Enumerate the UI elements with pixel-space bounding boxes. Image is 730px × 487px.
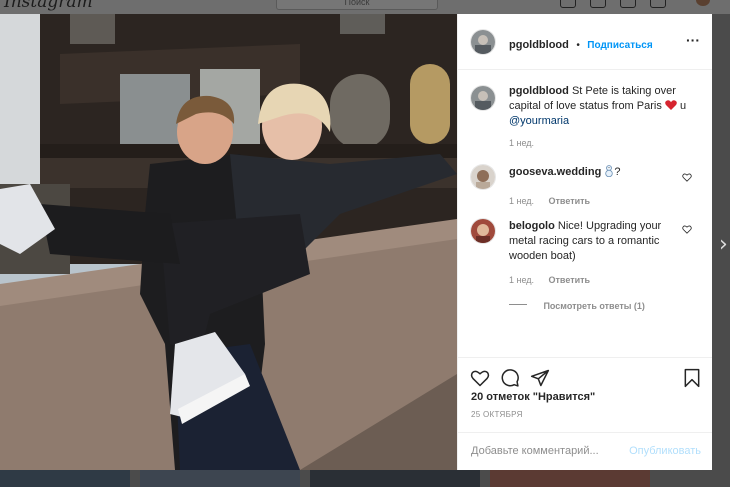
direct-icon[interactable] <box>590 0 606 8</box>
background-header: Instagram Поиск <box>0 0 730 14</box>
like-comment-heart-icon[interactable] <box>682 225 692 234</box>
view-replies-button[interactable]: Посмотреть ответы (1) <box>509 296 645 314</box>
comment-meta: 1 нед. Ответить <box>509 270 590 288</box>
author-avatar[interactable] <box>471 30 495 54</box>
publish-button[interactable]: Опубликовать <box>629 445 701 457</box>
reply-button[interactable]: Ответить <box>549 196 591 206</box>
profile-avatar[interactable] <box>696 0 710 6</box>
comment-form: Добавьте комментарий... Опубликовать <box>458 432 712 471</box>
caption-mention[interactable]: @yourmaria <box>509 115 569 127</box>
comment-username[interactable]: gooseva.wedding <box>509 166 601 178</box>
comment-text: gooseva.wedding ? <box>509 165 679 180</box>
replies-divider <box>509 304 527 306</box>
nav-icons <box>560 0 666 8</box>
background-thumbnail <box>140 470 300 487</box>
follow-button[interactable]: Подписаться <box>587 40 652 51</box>
author-username[interactable]: pgoldblood <box>509 39 569 51</box>
post-side-panel: pgoldblood • Подписаться ··· pgoldblood … <box>457 14 712 470</box>
reply-button[interactable]: Ответить <box>549 275 591 285</box>
comment-text: belogolo Nice! Upgrading your metal raci… <box>509 219 677 264</box>
share-direct-icon[interactable] <box>530 368 550 388</box>
comment-username[interactable]: belogolo <box>509 220 555 232</box>
activity-icon[interactable] <box>650 0 666 8</box>
instagram-logo: Instagram <box>4 0 93 12</box>
caption-text: pgoldblood St Pete is taking over capita… <box>509 84 699 129</box>
comment-time[interactable]: 1 нед. <box>509 275 534 285</box>
like-heart-icon[interactable] <box>470 368 490 388</box>
post-photo[interactable] <box>0 14 457 470</box>
separator-dot: • <box>576 40 580 51</box>
red-heart-icon <box>665 100 677 110</box>
view-replies-label[interactable]: Посмотреть ответы (1) <box>543 301 644 311</box>
caption-username[interactable]: pgoldblood <box>509 85 569 97</box>
background-thumbnail <box>310 470 480 487</box>
comment-input[interactable]: Добавьте комментарий... <box>471 445 599 457</box>
caption-time[interactable]: 1 нед. <box>509 138 534 148</box>
next-post-chevron-icon[interactable]: › <box>719 232 728 257</box>
more-options-icon[interactable]: ··· <box>686 32 700 48</box>
post-header: pgoldblood • Подписаться ··· <box>458 14 712 70</box>
comment-time[interactable]: 1 нед. <box>509 196 534 206</box>
comment-body: ? <box>614 166 621 178</box>
commenter-avatar[interactable] <box>471 219 495 243</box>
background-thumbnail <box>0 470 130 487</box>
home-icon[interactable] <box>560 0 576 8</box>
comment-bubble-icon[interactable] <box>500 368 520 388</box>
explore-icon[interactable] <box>620 0 636 8</box>
save-bookmark-icon[interactable] <box>682 368 702 388</box>
snowman-icon <box>605 165 614 178</box>
commenter-avatar[interactable] <box>471 165 495 189</box>
post-date[interactable]: 25 ОКТЯБРЯ <box>471 410 523 419</box>
caption-avatar[interactable] <box>471 86 495 110</box>
caption-mention-prefix: u <box>679 100 687 112</box>
likes-count[interactable]: 20 отметок "Нравится" <box>471 391 595 403</box>
like-comment-heart-icon[interactable] <box>682 173 692 182</box>
background-thumbnail <box>490 470 650 487</box>
search-input[interactable]: Поиск <box>276 0 438 10</box>
comment-meta: 1 нед. Ответить <box>509 191 590 209</box>
